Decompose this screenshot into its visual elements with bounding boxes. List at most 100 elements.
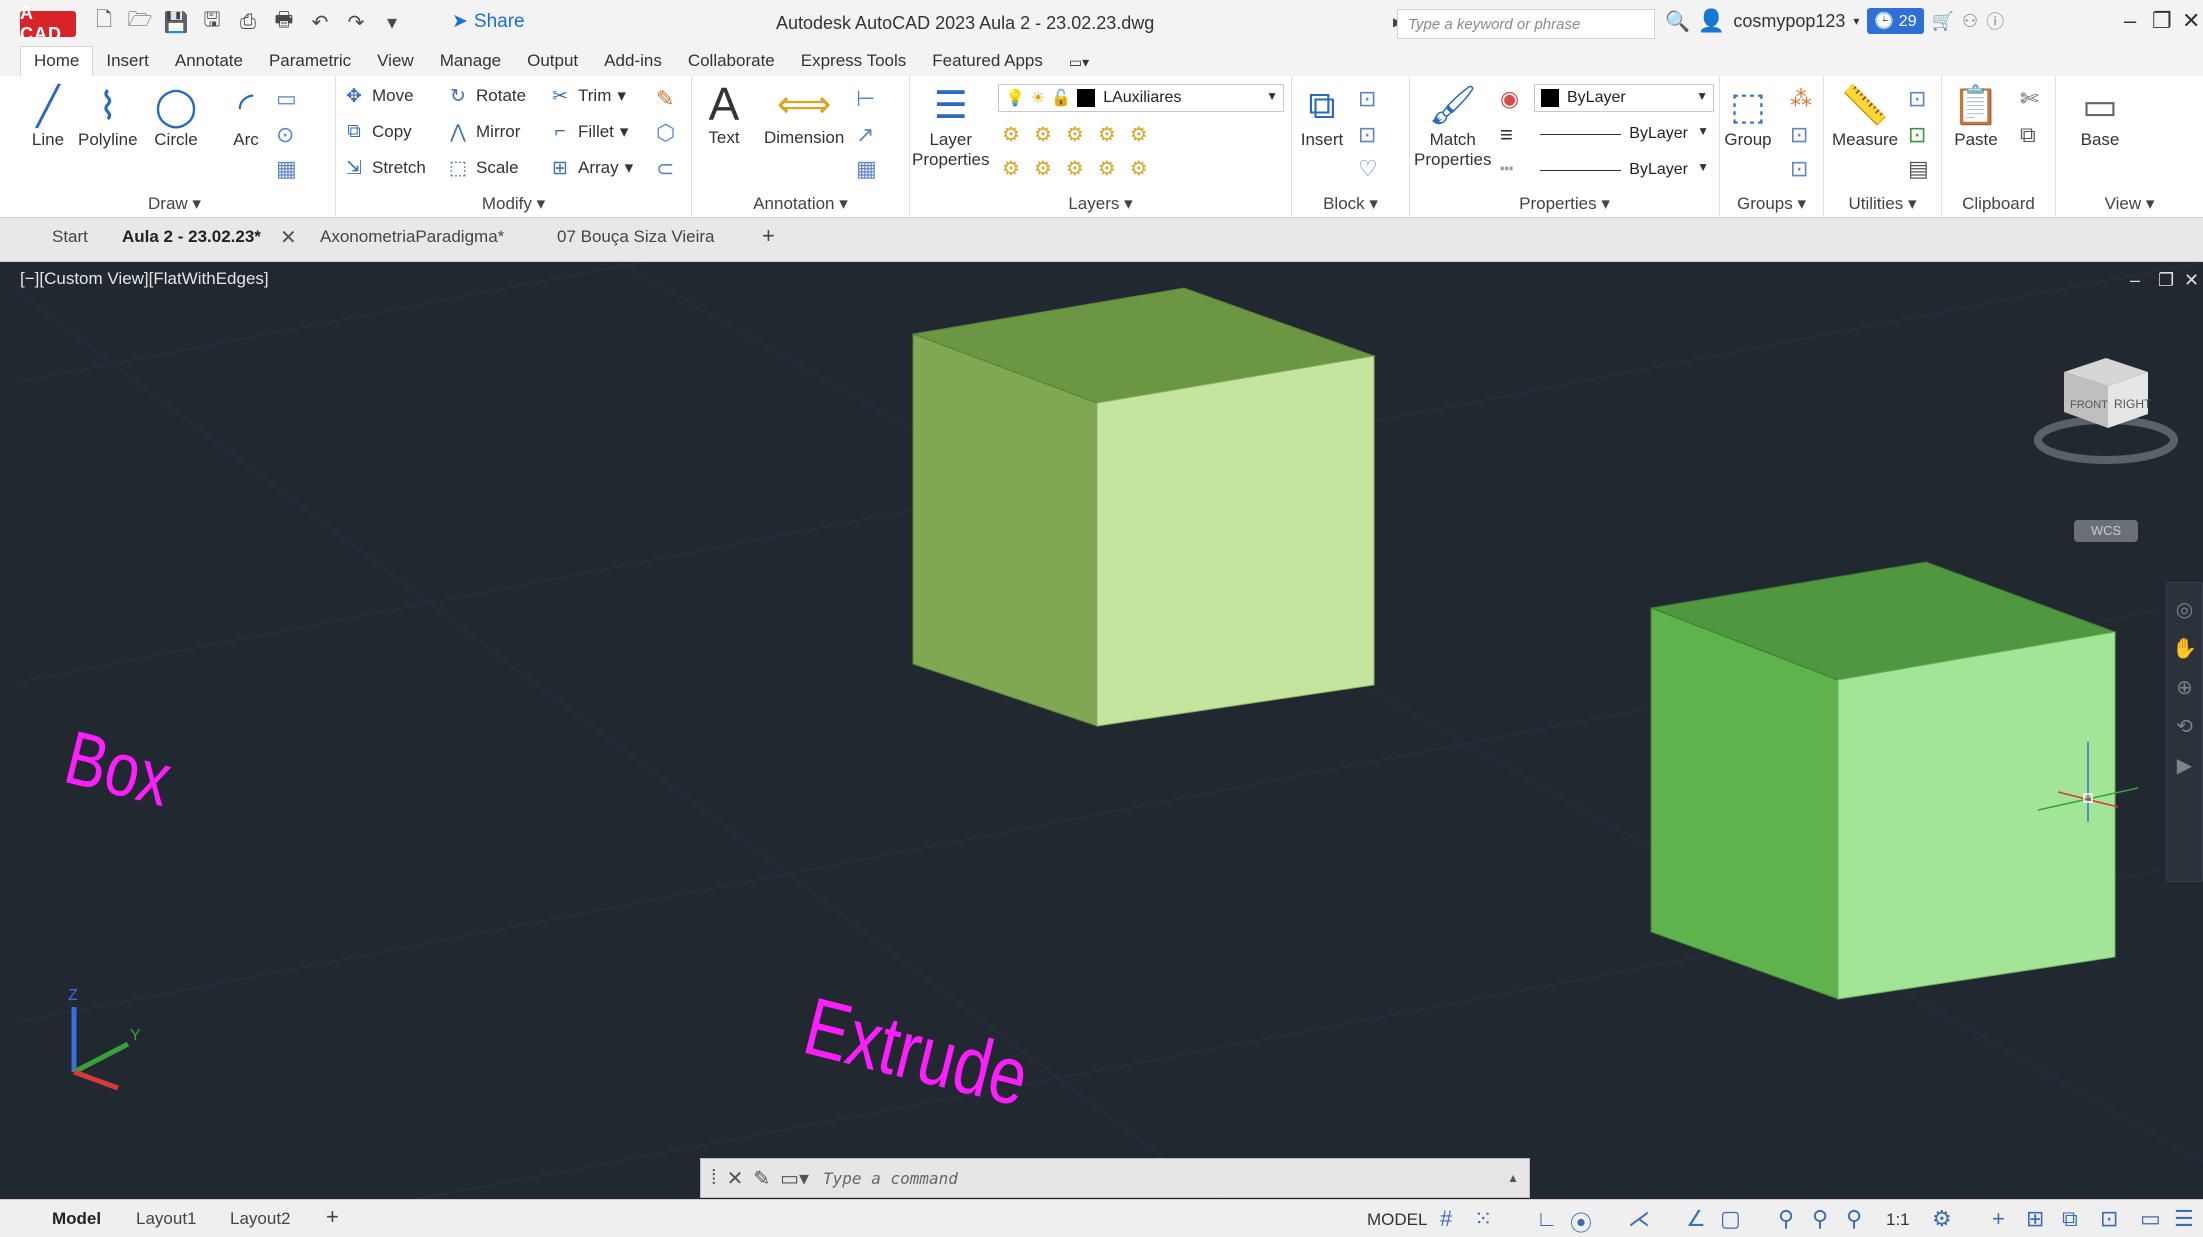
grid-display-icon[interactable]: # (1440, 1206, 1452, 1232)
tab-insert[interactable]: Insert (93, 47, 162, 76)
quick-select-icon[interactable]: ⊡ (1908, 86, 1926, 112)
polar-tracking-icon[interactable]: ⦿ (1570, 1206, 1592, 1237)
ungroup-icon[interactable]: ⁂ (1790, 86, 1812, 112)
paste-button[interactable]: 📋 Paste (1952, 82, 2000, 150)
tab-featured-apps[interactable]: Featured Apps (919, 47, 1056, 76)
file-tab-axonometria[interactable]: AxonometriaParadigma* (320, 227, 504, 247)
copy-button[interactable]: ⧉ Copy (342, 120, 411, 144)
isometric-drafting-icon[interactable]: ∠ (1686, 1206, 1706, 1232)
units-icon[interactable]: ⊞ (2026, 1206, 2044, 1232)
tab-collaborate[interactable]: Collaborate (675, 47, 788, 76)
app-logo[interactable]: A CAD (20, 3, 76, 44)
rotate-button[interactable]: ↻ Rotate (446, 84, 526, 108)
modify-panel-title[interactable]: Modify ▾ (336, 194, 691, 214)
restore-icon[interactable]: ❐ (2152, 8, 2172, 34)
plot-icon[interactable]: 🖶 (270, 8, 298, 36)
quick-properties-icon[interactable]: ⧉ (2062, 1206, 2078, 1232)
layer-dropdown[interactable]: 💡 ☀ 🔓 LAuxiliares ▼ (998, 84, 1284, 112)
layers-panel-title[interactable]: Layers ▾ (910, 194, 1291, 214)
file-tab-bouca[interactable]: 07 Bouça Siza Vieira (557, 227, 715, 247)
viewport-close-icon[interactable]: ✕ (2184, 270, 2199, 291)
command-close-icon[interactable]: ✕ (727, 1166, 744, 1191)
leader-icon[interactable]: ↗ (856, 122, 874, 148)
tab-add-ins[interactable]: Add-ins (591, 47, 675, 76)
command-input[interactable]: Type a command (823, 1169, 958, 1188)
layer-thaw-all-icon[interactable]: ⚙ (1098, 156, 1116, 181)
draw-panel-title[interactable]: Draw ▾ (14, 194, 335, 214)
lineweight-dropdown[interactable]: ByLayer ▼ (1534, 156, 1714, 184)
linear-dim-icon[interactable]: ⊢ (856, 86, 875, 112)
layer-freeze-icon[interactable]: ⚙ (1066, 122, 1084, 147)
viewport-minimize-icon[interactable]: – (2130, 270, 2140, 291)
properties-panel-title[interactable]: Properties ▾ (1410, 194, 1719, 214)
customization-menu-icon[interactable]: ☰ (2174, 1206, 2194, 1232)
text-button[interactable]: A Text (700, 78, 748, 148)
minimize-icon[interactable]: – (2124, 8, 2136, 34)
array-button[interactable]: ⊞ Array ▾ (548, 156, 633, 180)
edit-attributes-icon[interactable]: ♡ (1358, 156, 1378, 182)
fillet-button[interactable]: ⌐ Fillet ▾ (548, 120, 628, 144)
search-input[interactable]: Type a keyword or phrase (1397, 9, 1655, 39)
linetype-dropdown[interactable]: ByLayer ▼ (1534, 120, 1714, 148)
layout-tab-layout2[interactable]: Layout2 (230, 1209, 291, 1229)
explode-icon[interactable]: ⬡ (656, 120, 675, 146)
layout-tab-layout1[interactable]: Layout1 (136, 1209, 197, 1229)
open-web-icon[interactable]: ⎙ (234, 8, 262, 36)
copy-clip-icon[interactable]: ⧉ (2020, 122, 2036, 148)
command-customize-icon[interactable]: ✎ (753, 1166, 770, 1191)
layer-previous-icon[interactable]: ⚙ (1034, 156, 1052, 181)
group-button[interactable]: ⬚ Group (1724, 82, 1772, 150)
object-snap-icon[interactable]: ▢ (1720, 1206, 1741, 1232)
view-panel-title[interactable]: View ▾ (2056, 194, 2203, 214)
block-panel-title[interactable]: Block ▾ (1292, 194, 1409, 214)
create-block-icon[interactable]: ⊡ (1358, 86, 1376, 112)
box-solid[interactable] (911, 287, 1376, 727)
line-button[interactable]: ╱ Line (24, 82, 72, 150)
annotation-scale-value[interactable]: 1:1 (1886, 1210, 1910, 1230)
base-button[interactable]: ▭ Base (2076, 82, 2124, 150)
ortho-mode-icon[interactable]: ∟ (1536, 1206, 1558, 1232)
tab-annotate[interactable]: Annotate (162, 47, 256, 76)
user-icon[interactable]: 👤 (1698, 8, 1725, 34)
arc-button[interactable]: ◜ Arc (222, 82, 270, 150)
undo-icon[interactable]: ↶ (306, 8, 334, 36)
username[interactable]: cosmypop123 (1733, 11, 1845, 32)
annotation-scale-icon[interactable]: ⚲ (1846, 1206, 1862, 1232)
tab-view[interactable]: View (364, 47, 427, 76)
tab-express-tools[interactable]: Express Tools (788, 47, 920, 76)
utilities-panel-title[interactable]: Utilities ▾ (1824, 194, 1941, 214)
recent-commands-icon[interactable]: ▭▾ (780, 1166, 809, 1191)
mirror-button[interactable]: ⋀ Mirror (446, 120, 520, 144)
redo-icon[interactable]: ↷ (342, 8, 370, 36)
isolate-objects-icon[interactable]: ⊡ (2100, 1206, 2118, 1232)
steering-wheel-icon[interactable]: ◎ (2167, 597, 2202, 622)
layer-isolate-icon[interactable]: ⚙ (1034, 122, 1052, 147)
clean-screen-icon[interactable]: ▭ (2140, 1206, 2161, 1232)
save-as-icon[interactable]: 🖫 (198, 8, 226, 36)
tab-parametric[interactable]: Parametric (256, 47, 364, 76)
layer-off-icon[interactable]: ⚙ (1002, 122, 1020, 147)
user-dropdown-icon[interactable]: ▾ (1853, 14, 1859, 28)
zoom-icon[interactable]: ⊕ (2167, 675, 2202, 700)
drawing-viewport[interactable]: Z Y FRONT RIGHT [−][Custom View][FlatWit… (18, 262, 2203, 1199)
stretch-button[interactable]: ⇲ Stretch (342, 156, 426, 180)
dimension-button[interactable]: ⟺ Dimension (764, 80, 844, 148)
select-all-icon[interactable]: ⊡ (1908, 122, 1926, 148)
model-space-toggle[interactable]: MODEL (1367, 1210, 1427, 1230)
trim-button[interactable]: ✂ Trim ▾ (548, 84, 626, 108)
layer-unlock-all-icon[interactable]: ⚙ (1130, 156, 1148, 181)
group-select-icon[interactable]: ⊡ (1790, 156, 1808, 182)
search-icon[interactable]: 🔍 (1665, 9, 1690, 34)
move-button[interactable]: ✥ Move (342, 84, 414, 108)
ribbon-options-icon[interactable]: ▭▾ (1056, 50, 1102, 76)
new-file-icon[interactable]: 🗋 (90, 8, 118, 36)
annotation-monitor-icon[interactable]: + (1992, 1206, 2005, 1232)
layer-match-icon[interactable]: ⚙ (1002, 156, 1020, 181)
view-controls-label[interactable]: [−][Custom View][FlatWithEdges] (20, 269, 269, 289)
command-history-icon[interactable]: ▲ (1507, 1171, 1519, 1185)
extruded-solid[interactable] (1649, 561, 2117, 1000)
new-layout-icon[interactable]: + (326, 1204, 339, 1230)
orbit-icon[interactable]: ⟲ (2167, 714, 2202, 739)
file-tab-aula-2[interactable]: Aula 2 - 23.02.23* (122, 227, 261, 247)
help-icon[interactable]: ⓘ (1986, 8, 2004, 34)
